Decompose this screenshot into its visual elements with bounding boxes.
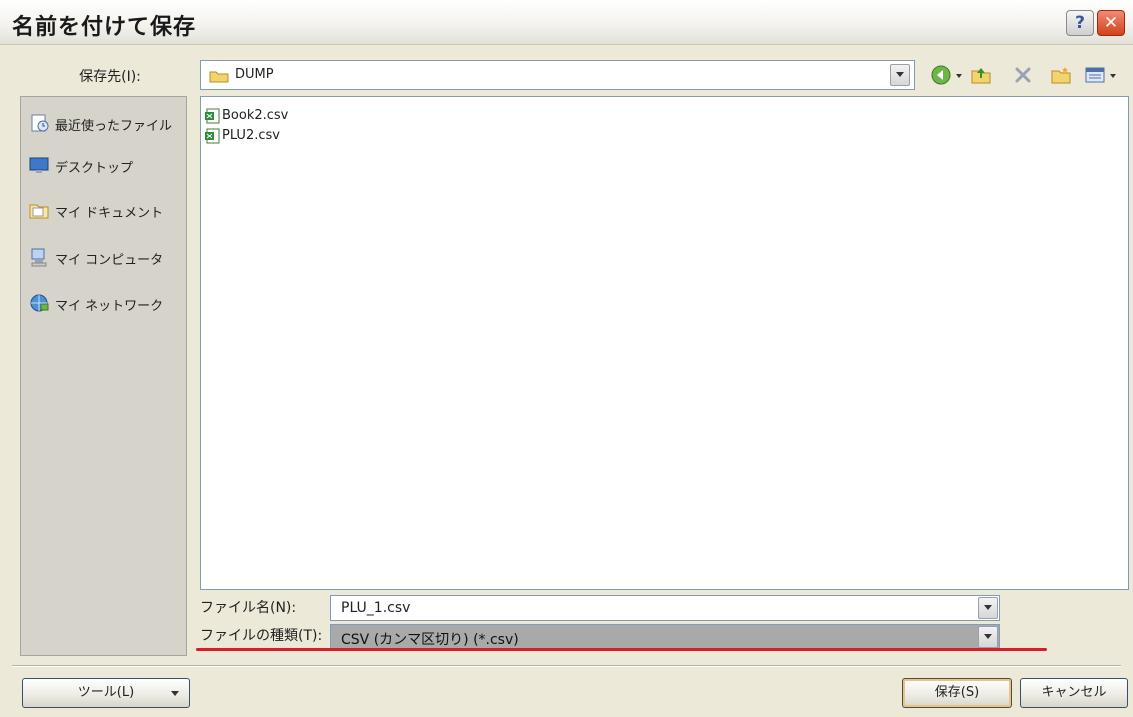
place-label: マイ ネットワーク [55,299,164,314]
filename-label: ファイル名(N): [200,600,297,616]
save-in-label: 保存先(I): [79,69,141,85]
back-dropdown-icon[interactable] [954,64,964,86]
excel-csv-icon [205,128,220,144]
place-desktop[interactable]: デスクトップ [25,147,183,183]
filetype-select[interactable]: CSV (カンマ区切り) (*.csv) [330,624,1000,650]
folder-icon [209,71,229,83]
filetype-label: ファイルの種類(T): [200,628,323,644]
tools-button[interactable]: ツール(L) [22,678,190,708]
title-bar[interactable]: 名前を付けて保存 ? ✕ [0,0,1133,45]
my-documents-icon [29,204,49,219]
tools-button-label: ツール(L) [77,685,135,700]
cancel-button[interactable]: キャンセル [1020,678,1128,708]
dialog-title: 名前を付けて保存 [12,15,197,40]
help-button[interactable]: ? [1066,10,1094,36]
filetype-value: CSV (カンマ区切り) (*.csv) [341,632,519,648]
save-button[interactable]: 保存(S) [902,678,1012,708]
place-label: デスクトップ [55,161,134,176]
up-folder-icon[interactable] [970,64,992,86]
close-icon: ✕ [1103,13,1119,33]
views-menu-icon[interactable] [1084,64,1106,86]
places-bar: 最近使ったファイル デスクトップ マイ ドキュメント マイ コンピュータ マイ … [20,96,187,656]
excel-csv-icon [205,108,220,124]
views-dropdown-icon[interactable] [1108,64,1118,86]
save-in-value: DUMP [235,67,274,82]
back-icon[interactable] [930,64,952,86]
filetype-dropdown-button[interactable] [978,626,998,648]
file-list[interactable]: Book2.csv PLU2.csv [200,96,1129,590]
my-network-icon [30,294,49,312]
my-computer-icon [31,248,47,267]
help-icon: ? [1075,13,1085,33]
save-in-combobox[interactable]: DUMP [200,60,915,90]
chevron-down-icon [171,691,179,696]
close-button[interactable]: ✕ [1097,10,1125,36]
red-highlight-underline [196,648,1047,651]
filename-dropdown-button[interactable] [978,597,998,619]
navigation-toolbar [924,62,1129,88]
button-separator [12,665,1121,667]
file-name: Book2.csv [222,108,289,123]
place-my-computer[interactable]: マイ コンピュータ [25,239,183,275]
new-folder-icon[interactable] [1050,64,1072,86]
place-label: 最近使ったファイル [55,119,173,134]
file-name: PLU2.csv [222,128,280,143]
recent-files-icon [31,114,49,132]
desktop-icon [29,157,49,173]
place-label: マイ ドキュメント [55,206,164,221]
delete-icon[interactable] [1012,64,1034,86]
filename-input[interactable]: PLU_1.csv [330,595,1000,621]
filename-value: PLU_1.csv [341,600,411,616]
place-my-documents[interactable]: マイ ドキュメント [25,192,183,228]
place-my-network[interactable]: マイ ネットワーク [25,285,183,321]
save-in-dropdown-button[interactable] [890,64,910,86]
place-label: マイ コンピュータ [55,253,164,268]
place-recent-files[interactable]: 最近使ったファイル [25,105,183,141]
save-as-dialog: 名前を付けて保存 ? ✕ 保存先(I): DUMP 最近使ったファイル デスクト… [0,0,1133,717]
